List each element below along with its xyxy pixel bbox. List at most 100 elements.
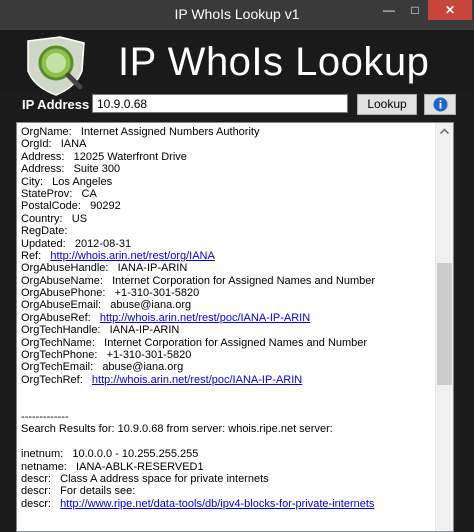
result-key: descr: xyxy=(21,472,51,485)
result-line: Country: US xyxy=(21,213,431,225)
result-key: descr: xyxy=(21,497,51,510)
title-bar: IP WhoIs Lookup v1 — □ ✕ xyxy=(0,0,474,31)
result-key: City: xyxy=(21,175,43,188)
result-key: Ref: xyxy=(21,249,42,262)
app-title: IP WhoIs Lookup xyxy=(118,40,430,84)
info-icon xyxy=(433,97,448,112)
result-value: IANA-IP-ARIN xyxy=(109,324,180,337)
result-line: OrgAbuseHandle: IANA-IP-ARIN xyxy=(21,262,431,274)
result-key: Updated: xyxy=(21,237,66,250)
result-key: Search Results for: 10.9.0.68 from serve… xyxy=(21,423,333,436)
result-key: PostalCode: xyxy=(21,200,81,213)
scroll-thumb[interactable] xyxy=(437,263,452,385)
minimize-button[interactable]: — xyxy=(376,0,402,20)
close-button[interactable]: ✕ xyxy=(428,0,472,20)
result-line xyxy=(21,436,431,448)
results-textbox[interactable]: OrgName: Internet Assigned Numbers Autho… xyxy=(16,122,454,532)
result-value: Internet Corporation for Assigned Names … xyxy=(104,336,368,349)
result-line: descr: Class A address space for private… xyxy=(21,473,431,485)
result-line: OrgTechEmail: abuse@iana.org xyxy=(21,361,431,373)
result-line: netname: IANA-ABLK-RESERVED1 xyxy=(21,461,431,473)
result-key: OrgAbuseHandle: xyxy=(21,262,109,275)
result-line: OrgAbusePhone: +1-310-301-5820 xyxy=(21,287,431,299)
result-line: OrgId: IANA xyxy=(21,138,431,150)
result-key: OrgTechHandle: xyxy=(21,324,101,337)
result-key: RegDate: xyxy=(21,225,68,238)
result-line xyxy=(21,386,431,398)
result-key: OrgAbuseRef: xyxy=(21,311,91,324)
result-value: +1-310-301-5820 xyxy=(106,349,192,362)
result-key: Address: xyxy=(21,163,65,176)
result-line: Ref: http://whois.arin.net/rest/org/IANA xyxy=(21,250,431,262)
result-key: netname: xyxy=(21,460,67,473)
result-key: OrgAbusePhone: xyxy=(21,287,106,300)
result-line: OrgName: Internet Assigned Numbers Autho… xyxy=(21,126,431,138)
result-line: OrgTechRef: http://whois.arin.net/rest/p… xyxy=(21,374,431,386)
result-line: Address: Suite 300 xyxy=(21,163,431,175)
result-key: OrgId: xyxy=(21,138,52,151)
result-value: Class A address space for private intern… xyxy=(60,472,269,485)
result-line: OrgAbuseName: Internet Corporation for A… xyxy=(21,275,431,287)
result-key: OrgName: xyxy=(21,126,72,138)
ip-address-label: IP Address : xyxy=(22,97,98,112)
result-value: For details see: xyxy=(60,485,136,498)
result-value: abuse@iana.org xyxy=(102,361,184,374)
result-key: OrgAbuseName: xyxy=(21,274,103,287)
result-key: OrgTechPhone: xyxy=(21,349,98,362)
result-value: Los Angeles xyxy=(52,175,113,188)
result-key: OrgAbuseEmail: xyxy=(21,299,102,312)
result-line: OrgTechHandle: IANA-IP-ARIN xyxy=(21,324,431,336)
result-value: 10.0.0.0 - 10.255.255.255 xyxy=(72,448,199,461)
result-line: inetnum: 10.0.0.0 - 10.255.255.255 xyxy=(21,448,431,460)
result-link[interactable]: http://www.ripe.net/data-tools/db/ipv4-b… xyxy=(60,498,374,510)
result-key: descr: xyxy=(21,485,51,498)
result-link[interactable]: http://whois.arin.net/rest/poc/IANA-IP-A… xyxy=(100,312,310,324)
result-value: 12025 Waterfront Drive xyxy=(73,150,187,163)
scroll-up-arrow-icon[interactable] xyxy=(436,123,453,140)
result-value: US xyxy=(71,212,88,225)
app-header: IP WhoIs Lookup xyxy=(0,30,474,96)
result-value: IANA-ABLK-RESERVED1 xyxy=(76,460,204,473)
result-value: Internet Corporation for Assigned Names … xyxy=(112,274,376,287)
result-line: PostalCode: 90292 xyxy=(21,200,431,212)
result-line: descr: For details see: xyxy=(21,485,431,497)
result-key: Address: xyxy=(21,150,65,163)
result-line xyxy=(21,399,431,411)
result-key: ------------- xyxy=(21,410,69,423)
app-window: IP WhoIs Lookup v1 — □ ✕ IP WhoIs Lookup… xyxy=(0,0,474,532)
result-value: +1-310-301-5820 xyxy=(114,287,200,300)
result-value: 2012-08-31 xyxy=(74,237,132,250)
result-line: RegDate: xyxy=(21,225,431,237)
ip-address-input[interactable] xyxy=(92,94,348,113)
result-line: Search Results for: 10.9.0.68 from serve… xyxy=(21,423,431,435)
result-key: inetnum: xyxy=(21,448,64,461)
result-line: OrgTechPhone: +1-310-301-5820 xyxy=(21,349,431,361)
vertical-scrollbar[interactable] xyxy=(435,123,453,531)
info-button[interactable] xyxy=(424,94,456,115)
results-content: OrgName: Internet Assigned Numbers Autho… xyxy=(21,126,431,510)
shield-magnifier-icon xyxy=(27,36,85,96)
result-line: Address: 12025 Waterfront Drive xyxy=(21,151,431,163)
result-key: OrgTechRef: xyxy=(21,373,83,386)
result-value: Suite 300 xyxy=(73,163,121,176)
result-line: City: Los Angeles xyxy=(21,176,431,188)
result-line: OrgTechName: Internet Corporation for As… xyxy=(21,337,431,349)
result-key: StateProv: xyxy=(21,187,73,200)
result-line: Updated: 2012-08-31 xyxy=(21,238,431,250)
result-line: OrgAbuseRef: http://whois.arin.net/rest/… xyxy=(21,312,431,324)
result-link[interactable]: http://whois.arin.net/rest/org/IANA xyxy=(50,250,214,262)
result-line: descr: http://www.ripe.net/data-tools/db… xyxy=(21,498,431,510)
result-line: ------------- xyxy=(21,411,431,423)
maximize-button[interactable]: □ xyxy=(402,0,428,20)
result-value: IANA-IP-ARIN xyxy=(117,262,188,275)
result-value: CA xyxy=(81,187,97,200)
result-link[interactable]: http://whois.arin.net/rest/poc/IANA-IP-A… xyxy=(92,374,302,386)
result-value: IANA xyxy=(60,138,87,151)
result-key: OrgTechEmail: xyxy=(21,361,94,374)
result-line: StateProv: CA xyxy=(21,188,431,200)
result-key: OrgTechName: xyxy=(21,336,95,349)
result-value: Internet Assigned Numbers Authority xyxy=(80,126,260,138)
result-line: OrgAbuseEmail: abuse@iana.org xyxy=(21,299,431,311)
result-value: abuse@iana.org xyxy=(110,299,192,312)
lookup-button[interactable]: Lookup xyxy=(357,94,417,115)
